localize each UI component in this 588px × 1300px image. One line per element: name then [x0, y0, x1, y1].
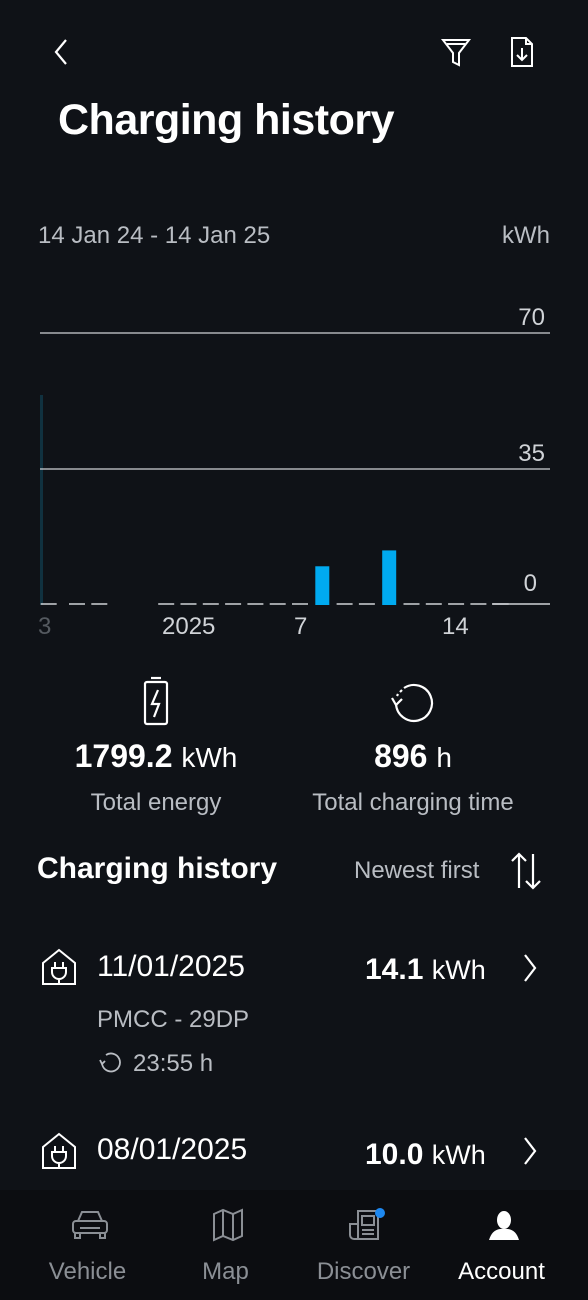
- nav-vehicle[interactable]: Vehicle: [14, 1190, 161, 1300]
- news-icon: [349, 1208, 385, 1240]
- total-time-label: Total charging time: [312, 789, 514, 816]
- total-energy-label: Total energy: [90, 789, 222, 816]
- duration-icon: [99, 1052, 121, 1073]
- scroll-indicator: [40, 395, 43, 605]
- date-range: 14 Jan 24 - 14 Jan 25: [38, 222, 271, 249]
- entry-energy: 10.0 kWh: [365, 1138, 486, 1171]
- home-charger-icon: [42, 948, 76, 985]
- nav-map[interactable]: Map: [152, 1190, 299, 1300]
- sort-selector[interactable]: Newest first: [354, 857, 479, 885]
- sort-icon[interactable]: [508, 850, 544, 892]
- history-title: Charging history: [37, 852, 278, 885]
- entry-date: 08/01/2025: [97, 1133, 248, 1166]
- energy-chart[interactable]: 70 35 0 3 2025 7 14: [0, 280, 588, 650]
- x-tick-partial: 3: [38, 613, 51, 640]
- entry-location: PMCC - 29DP: [97, 1006, 250, 1033]
- entry-energy: 14.1 kWh: [365, 953, 486, 986]
- nav-discover[interactable]: Discover: [290, 1190, 437, 1300]
- total-time-value: 896 h: [374, 738, 452, 774]
- total-energy-value: 1799.2 kWh: [74, 738, 238, 774]
- chevron-left-icon: [54, 39, 67, 65]
- page-title: Charging history: [58, 96, 395, 144]
- x-tick-2025: 2025: [162, 613, 215, 640]
- x-tick-14: 14: [442, 613, 469, 640]
- filter-icon: [440, 39, 472, 67]
- notification-badge: [375, 1208, 385, 1218]
- car-icon: [72, 1211, 108, 1239]
- entry-date: 11/01/2025: [97, 950, 245, 983]
- filter-button[interactable]: [438, 34, 474, 70]
- bar-8-jan-2025[interactable]: [315, 566, 330, 605]
- y-tick-35: 35: [518, 440, 545, 467]
- export-button[interactable]: [504, 34, 540, 70]
- battery-icon: [143, 676, 169, 726]
- x-tick-7: 7: [294, 613, 307, 640]
- back-button[interactable]: [44, 34, 80, 70]
- y-tick-70: 70: [518, 304, 545, 331]
- chevron-right-icon: [524, 1137, 537, 1165]
- nav-account[interactable]: Account: [428, 1190, 575, 1300]
- home-charger-icon: [42, 1132, 76, 1169]
- bottom-nav: Vehicle Map Discover Account: [0, 1190, 588, 1300]
- charging-time-icon: [391, 683, 434, 723]
- document-download-icon: [511, 37, 533, 67]
- map-icon: [213, 1208, 243, 1242]
- y-tick-0: 0: [524, 570, 537, 597]
- person-icon: [489, 1211, 519, 1240]
- chart-unit: kWh: [502, 222, 550, 249]
- bar-11-jan-2025[interactable]: [382, 550, 397, 605]
- chevron-right-icon: [524, 954, 537, 982]
- entry-duration: 23:55 h: [133, 1050, 214, 1077]
